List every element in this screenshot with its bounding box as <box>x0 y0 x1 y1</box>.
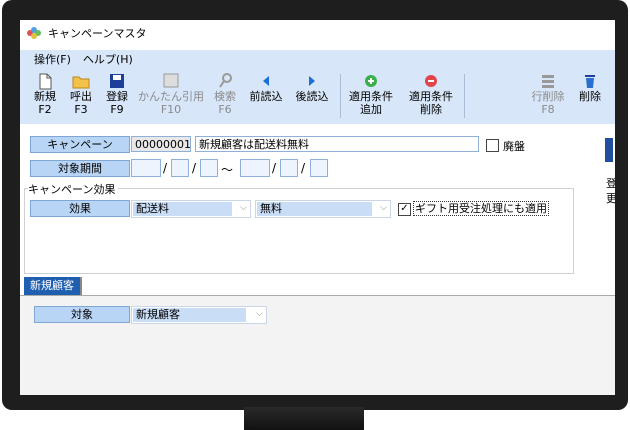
next-load-button[interactable]: 後読込 <box>292 68 332 124</box>
new-button[interactable]: 新規 F2 <box>28 68 62 124</box>
app-window: キャンペーンマスタ 操作(F) ヘルプ(H) 新規 F2 呼出 F3 登録 F9… <box>20 20 615 395</box>
new-label: 新規 <box>34 90 56 103</box>
call-label: 呼出 <box>70 90 92 103</box>
period-end-year[interactable] <box>240 159 270 177</box>
apply-delete-button[interactable]: 適用条件 削除 <box>404 68 458 124</box>
monitor-stand <box>244 407 364 430</box>
new-document-icon <box>39 73 52 90</box>
apply-delete-label2: 削除 <box>420 103 442 116</box>
side-cut-text-1: 登 <box>606 177 615 190</box>
date-separator: / <box>272 161 277 175</box>
apply-add-label2: 追加 <box>360 103 382 116</box>
save-disk-icon <box>110 74 124 88</box>
period-start-month[interactable] <box>171 159 189 177</box>
triangle-right-icon <box>309 76 315 86</box>
range-tilde: ～ <box>221 163 234 177</box>
call-key: F3 <box>74 103 88 116</box>
effect-type-select[interactable]: 配送料 ⌵ <box>131 200 251 218</box>
effect-group-label: キャンペーン効果 <box>28 181 119 197</box>
apply-add-button[interactable]: 適用条件 追加 <box>344 68 398 124</box>
open-folder-icon <box>72 76 90 89</box>
row-delete-key: F8 <box>541 103 555 116</box>
register-label: 登録 <box>106 90 128 103</box>
toolbar: 新規 F2 呼出 F3 登録 F9 かんたん引用 F10 検索 F6 前読込 後… <box>20 68 615 124</box>
effect-label: 効果 <box>30 200 130 217</box>
toolbar-separator <box>340 74 341 118</box>
discontinued-label: 廃盤 <box>503 140 525 153</box>
date-separator: / <box>192 161 197 175</box>
document-quote-icon <box>163 73 179 88</box>
search-label: 検索 <box>214 90 236 103</box>
row-delete-button[interactable]: 行削除 F8 <box>528 68 568 124</box>
app-icon <box>27 27 41 39</box>
window-title: キャンペーンマスタ <box>48 27 147 40</box>
side-panel-edge <box>605 138 613 162</box>
menu-bar: 操作(F) ヘルプ(H) <box>20 50 615 68</box>
apply-add-label1: 適用条件 <box>349 90 393 103</box>
register-button[interactable]: 登録 F9 <box>100 68 134 124</box>
period-start-year[interactable] <box>131 159 161 177</box>
chevron-down-icon: ⌵ <box>240 203 247 213</box>
campaign-label: キャンペーン <box>30 136 130 153</box>
period-end-month[interactable] <box>280 159 298 177</box>
target-value: 新規顧客 <box>133 308 246 322</box>
toolbar-separator <box>464 74 465 118</box>
target-label: 対象 <box>34 306 130 323</box>
new-key: F2 <box>38 103 52 116</box>
side-cut-text-2: 更 <box>606 192 615 205</box>
remove-red-icon <box>425 75 437 87</box>
row-delete-icon <box>542 75 554 88</box>
title-bar: キャンペーンマスタ <box>20 20 615 46</box>
effect-value-text: 無料 <box>257 202 372 216</box>
search-key-icon <box>219 73 232 88</box>
campaign-code-field[interactable]: 00000001 <box>131 136 191 152</box>
date-separator: / <box>163 161 168 175</box>
date-separator: / <box>301 161 306 175</box>
add-green-icon <box>365 75 377 87</box>
trash-icon <box>585 75 595 88</box>
search-button[interactable]: 検索 F6 <box>208 68 242 124</box>
period-end-day[interactable] <box>310 159 328 177</box>
register-key: F9 <box>110 103 124 116</box>
gift-apply-label: ギフト用受注処理にも適用 <box>413 201 549 216</box>
simple-ref-button[interactable]: かんたん引用 F10 <box>136 68 206 124</box>
target-select[interactable]: 新規顧客 ⌵ <box>131 306 267 324</box>
campaign-name-field[interactable]: 新規顧客は配送料無料 <box>195 136 479 152</box>
next-load-label: 後読込 <box>295 90 329 103</box>
prev-load-label: 前読込 <box>249 90 283 103</box>
search-key: F6 <box>218 103 232 116</box>
delete-button[interactable]: 削除 <box>572 68 608 124</box>
chevron-down-icon: ⌵ <box>380 203 387 213</box>
discontinued-checkbox[interactable] <box>486 139 499 152</box>
effect-value-select[interactable]: 無料 ⌵ <box>255 200 391 218</box>
call-button[interactable]: 呼出 F3 <box>64 68 98 124</box>
delete-label: 削除 <box>579 90 601 103</box>
tab-new-customer[interactable]: 新規顧客 <box>24 277 82 295</box>
gift-apply-checkbox[interactable]: ✓ <box>398 203 411 216</box>
apply-delete-label1: 適用条件 <box>409 90 453 103</box>
menu-help[interactable]: ヘルプ(H) <box>79 51 141 67</box>
triangle-left-icon <box>263 76 269 86</box>
row-delete-label: 行削除 <box>531 90 565 103</box>
period-label: 対象期間 <box>30 160 130 177</box>
chevron-down-icon: ⌵ <box>256 309 263 319</box>
simple-ref-key: F10 <box>160 103 182 116</box>
period-start-day[interactable] <box>200 159 218 177</box>
simple-ref-label: かんたん引用 <box>138 90 204 103</box>
menu-operation[interactable]: 操作(F) <box>20 51 79 67</box>
prev-load-button[interactable]: 前読込 <box>246 68 286 124</box>
effect-type-value: 配送料 <box>133 202 232 216</box>
